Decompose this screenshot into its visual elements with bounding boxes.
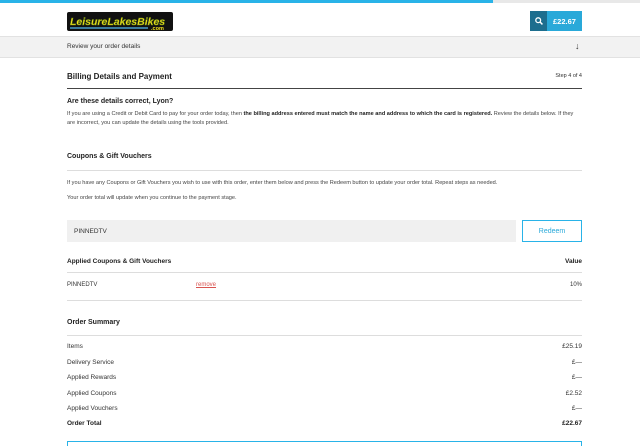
summary-value: £— <box>571 359 582 366</box>
svg-text:.com: .com <box>151 26 164 32</box>
order-summary-title: Order Summary <box>67 319 120 326</box>
divider <box>67 170 582 171</box>
divider <box>67 335 582 336</box>
payment-panel <box>67 441 582 446</box>
summary-label: Applied Rewards <box>67 374 117 381</box>
search-button[interactable] <box>530 11 547 31</box>
site-logo[interactable]: LeisureLakesBikes .com <box>67 11 173 33</box>
remove-coupon-link[interactable]: remove <box>196 282 216 288</box>
summary-value: £— <box>571 405 582 412</box>
cart-button[interactable]: £22.67 <box>547 11 582 31</box>
summary-label: Delivery Service <box>67 359 114 366</box>
review-order-toggle[interactable]: Review your order details ↓ <box>0 36 640 58</box>
summary-value: £2.52 <box>565 390 582 397</box>
divider <box>67 300 582 301</box>
coupons-note: Your order total will update when you co… <box>67 195 237 201</box>
review-order-label: Review your order details <box>67 43 141 50</box>
arrow-down-icon: ↓ <box>575 41 580 51</box>
order-total-label: Order Total <box>67 420 102 427</box>
summary-label: Items <box>67 343 83 350</box>
step-indicator: Step 4 of 4 <box>555 73 582 79</box>
applied-coupons-heading: Applied Coupons & Gift Vouchers <box>67 258 172 265</box>
summary-value: £25.19 <box>562 343 582 350</box>
summary-value: £— <box>571 374 582 381</box>
site-header: LeisureLakesBikes .com £22.67 <box>0 3 640 37</box>
divider <box>67 272 582 273</box>
redeem-button[interactable]: Redeem <box>522 220 582 242</box>
coupon-code-input[interactable] <box>67 220 516 242</box>
coupons-instructions: If you have any Coupons or Gift Vouchers… <box>67 180 498 186</box>
billing-instructions: If you are using a Credit or Debit Card … <box>67 111 574 126</box>
search-icon <box>534 17 543 25</box>
order-total-value: £22.67 <box>562 420 582 427</box>
applied-coupon-value: 10% <box>569 282 582 288</box>
applied-coupon-code: PINNEDTV <box>67 282 98 288</box>
coupons-title: Coupons & Gift Vouchers <box>67 153 152 160</box>
summary-label: Applied Coupons <box>67 390 117 397</box>
divider <box>67 88 582 89</box>
value-column-heading: Value <box>565 258 582 265</box>
page-title: Billing Details and Payment <box>67 72 172 81</box>
summary-label: Applied Vouchers <box>67 405 118 412</box>
confirm-details-heading: Are these details correct, Lyon? <box>67 98 174 105</box>
